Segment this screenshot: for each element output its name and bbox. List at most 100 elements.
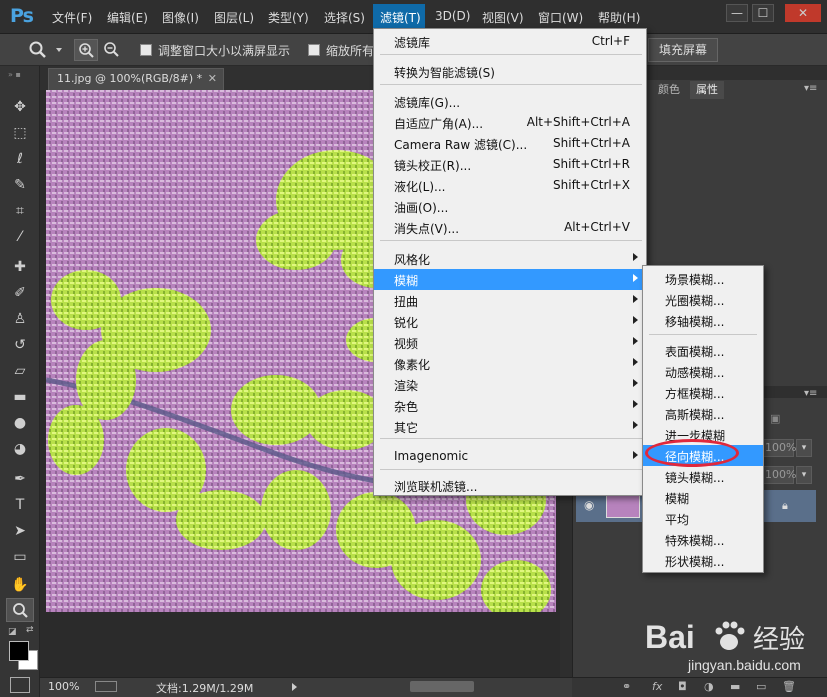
panel-menu-icon[interactable]: ▾≡	[804, 83, 817, 94]
layer-lock-icon[interactable]: ▣	[770, 412, 784, 426]
zoom-all-checkbox[interactable]	[308, 44, 320, 56]
zoom-level[interactable]: 100%	[48, 680, 79, 693]
close-button[interactable]: ✕	[785, 4, 821, 22]
filter-menu-item[interactable]: 像素化	[374, 353, 646, 374]
filter-menu-item-label: 风格化	[394, 253, 431, 267]
opacity-chevron-icon[interactable]: ▾	[796, 439, 812, 457]
menu-6[interactable]: 滤镜(T)	[380, 9, 421, 26]
filter-menu-item[interactable]: 其它	[374, 416, 646, 437]
default-colors-icon[interactable]: ◪	[8, 627, 18, 637]
link-layers-icon[interactable]: ⚭	[622, 680, 631, 693]
move-tool-icon[interactable]: ✥	[11, 98, 29, 116]
filter-menu-item[interactable]: 视频	[374, 332, 646, 353]
menu-1[interactable]: 编辑(E)	[107, 9, 148, 26]
fill-chevron-icon[interactable]: ▾	[796, 466, 812, 484]
clone-stamp-tool-icon[interactable]: ♙	[11, 310, 29, 328]
path-select-tool-icon[interactable]: ➤	[11, 522, 29, 540]
document-info: 文档:1.29M/1.29M	[156, 682, 254, 695]
dodge-tool-icon[interactable]: ◕	[11, 440, 29, 458]
marquee-tool-icon[interactable]: ⬚	[11, 124, 29, 142]
toolbar-grip[interactable]: » ▪	[8, 70, 32, 79]
menu-10[interactable]: 帮助(H)	[598, 9, 640, 26]
type-tool-icon[interactable]: T	[11, 496, 29, 514]
foreground-color-swatch[interactable]	[9, 641, 29, 661]
filter-menu-item[interactable]: 渲染	[374, 374, 646, 395]
photoshop-logo: Ps	[10, 5, 34, 27]
hand-tool-icon[interactable]: ✋	[11, 576, 29, 594]
zoom-tool-icon[interactable]	[28, 40, 48, 60]
zoom-in-icon[interactable]	[74, 39, 98, 61]
blur-submenu-item[interactable]: 平均	[643, 508, 763, 529]
menu-0[interactable]: 文件(F)	[52, 9, 92, 26]
filter-menu-item[interactable]: 消失点(V)... Alt+Ctrl+V	[374, 217, 646, 238]
blur-submenu-item[interactable]: 动感模糊...	[643, 361, 763, 382]
blur-submenu-item[interactable]: 方框模糊...	[643, 382, 763, 403]
filter-menu-item[interactable]: 滤镜库 Ctrl+F	[374, 31, 646, 52]
blur-submenu-item[interactable]: 场景模糊...	[643, 268, 763, 289]
shape-tool-icon[interactable]: ▭	[11, 548, 29, 566]
fill-screen-button[interactable]: 填充屏幕	[648, 38, 718, 62]
blur-submenu-item[interactable]: 移轴模糊...	[643, 310, 763, 331]
filter-menu-item[interactable]: 滤镜库(G)...	[374, 91, 646, 112]
swap-colors-icon[interactable]: ⇄	[26, 625, 36, 635]
filter-menu-item[interactable]: Camera Raw 滤镜(C)... Shift+Ctrl+A	[374, 133, 646, 154]
filter-menu-item[interactable]: 模糊	[374, 269, 646, 290]
zoom-out-icon[interactable]	[100, 39, 122, 61]
minimize-button[interactable]: —	[726, 4, 748, 22]
blur-submenu-item[interactable]: 表面模糊...	[643, 340, 763, 361]
eraser-tool-icon[interactable]: ▱	[11, 362, 29, 380]
blur-submenu-item[interactable]: 镜头模糊...	[643, 466, 763, 487]
menu-2[interactable]: 图像(I)	[162, 9, 199, 26]
history-brush-tool-icon[interactable]: ↺	[11, 336, 29, 354]
filter-menu-item[interactable]: 浏览联机滤镜...	[374, 475, 646, 496]
horizontal-scrollbar-thumb[interactable]	[410, 681, 474, 692]
close-tab-icon[interactable]: ✕	[208, 69, 217, 89]
filter-menu-item[interactable]: 扭曲	[374, 290, 646, 311]
menu-7[interactable]: 3D(D)	[435, 9, 470, 23]
zoom-tool-active-icon[interactable]	[6, 598, 34, 622]
filter-menu-item-label: 镜头校正(R)...	[394, 159, 472, 173]
lasso-tool-icon[interactable]: ℓ	[11, 150, 29, 168]
filter-menu-item[interactable]: 锐化	[374, 311, 646, 332]
layer-visibility-eye-icon[interactable]: ◉	[584, 498, 594, 512]
layer-opacity-field[interactable]: 100%	[762, 439, 796, 457]
status-menu-icon[interactable]	[95, 681, 117, 692]
eyedropper-tool-icon[interactable]: ⁄	[11, 228, 29, 246]
filter-menu-item[interactable]: 油画(O)...	[374, 196, 646, 217]
healing-brush-tool-icon[interactable]: ✚	[11, 258, 29, 276]
tool-preset-chevron-icon[interactable]	[56, 48, 62, 52]
menu-5[interactable]: 选择(S)	[324, 9, 365, 26]
filter-menu-item[interactable]: 液化(L)... Shift+Ctrl+X	[374, 175, 646, 196]
filter-menu-item[interactable]: 转换为智能滤镜(S)	[374, 61, 646, 82]
crop-tool-icon[interactable]: ⌗	[11, 202, 29, 220]
filter-menu-item[interactable]: Imagenomic	[374, 446, 646, 467]
menu-8[interactable]: 视图(V)	[482, 9, 524, 26]
menu-3[interactable]: 图层(L)	[214, 9, 254, 26]
status-arrow-icon[interactable]	[292, 683, 297, 691]
filter-menu-item[interactable]: 镜头校正(R)... Shift+Ctrl+R	[374, 154, 646, 175]
layer-fill-field[interactable]: 100%	[762, 466, 796, 484]
filter-menu-item[interactable]: 风格化	[374, 248, 646, 269]
resize-windows-checkbox[interactable]	[140, 44, 152, 56]
pen-tool-icon[interactable]: ✒	[11, 470, 29, 488]
brush-tool-icon[interactable]: ✐	[11, 284, 29, 302]
tab-properties[interactable]: 属性	[690, 81, 724, 99]
layers-panel-menu-icon[interactable]: ▾≡	[804, 388, 817, 399]
filter-menu-item[interactable]: 杂色	[374, 395, 646, 416]
gradient-tool-icon[interactable]: ▬	[11, 388, 29, 406]
blur-submenu-item[interactable]: 高斯模糊...	[643, 403, 763, 424]
blur-submenu-item[interactable]: 光圈模糊...	[643, 289, 763, 310]
layer-thumbnail[interactable]	[606, 494, 640, 518]
menu-4[interactable]: 类型(Y)	[268, 9, 309, 26]
blur-tool-icon[interactable]: ●	[11, 414, 29, 432]
menu-9[interactable]: 窗口(W)	[538, 9, 583, 26]
blur-submenu-item[interactable]: 形状模糊...	[643, 550, 763, 571]
quick-select-tool-icon[interactable]: ✎	[11, 176, 29, 194]
document-tab[interactable]: 11.jpg @ 100%(RGB/8#) * ✕	[48, 68, 224, 90]
restore-button[interactable]: ☐	[752, 4, 774, 22]
quick-mask-icon[interactable]	[10, 677, 30, 693]
blur-submenu-item[interactable]: 模糊	[643, 487, 763, 508]
filter-menu-item[interactable]: 自适应广角(A)... Alt+Shift+Ctrl+A	[374, 112, 646, 133]
tab-color[interactable]: 颜色	[652, 81, 686, 99]
blur-submenu-item[interactable]: 特殊模糊...	[643, 529, 763, 550]
